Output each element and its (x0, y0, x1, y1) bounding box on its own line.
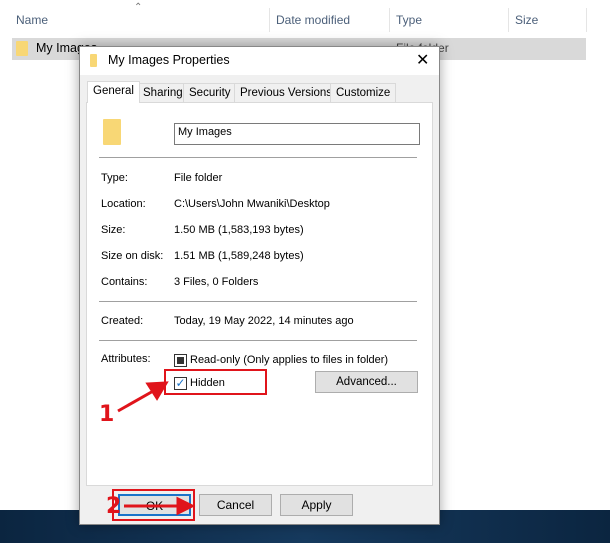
arrowhead-1 (145, 381, 169, 401)
arrowhead-2 (176, 496, 196, 516)
step-1-label: 1 (99, 402, 115, 427)
tab-general[interactable]: General (87, 81, 140, 103)
arrow-1 (117, 388, 156, 413)
step-2-label: 2 (106, 494, 122, 519)
